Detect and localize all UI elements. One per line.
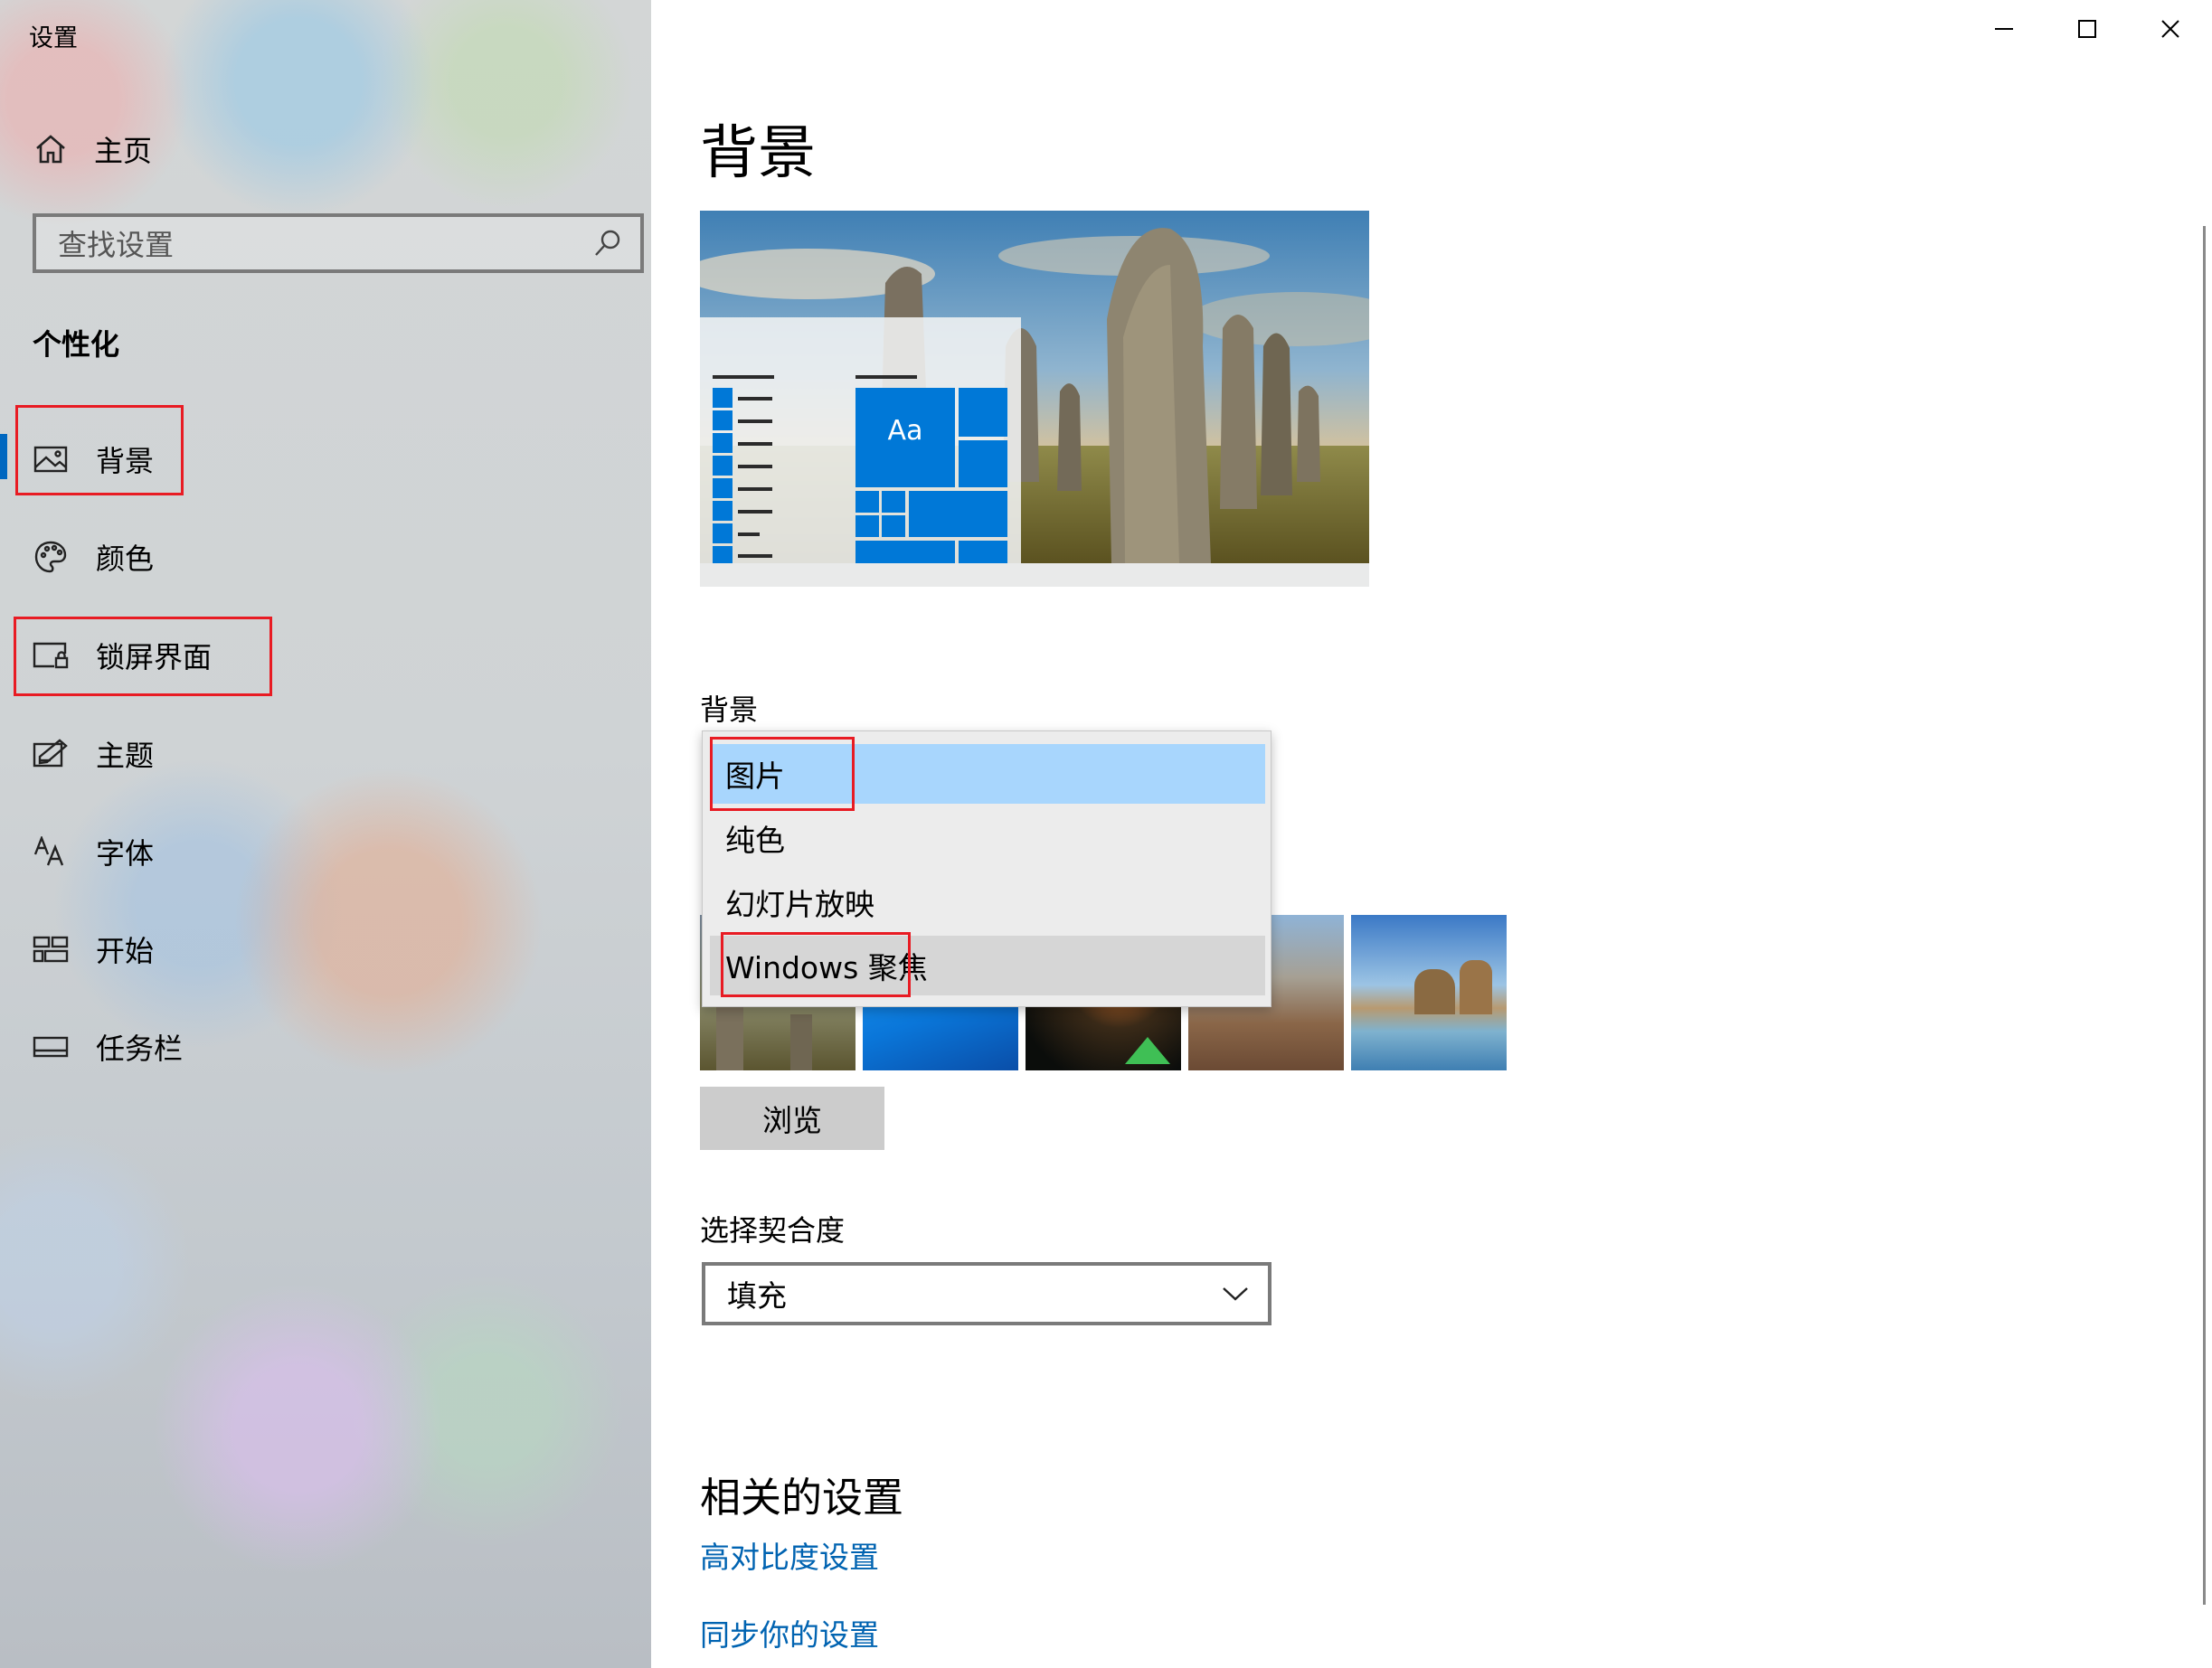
- fit-label: 选择契合度: [700, 1213, 846, 1248]
- font-icon: [31, 834, 71, 870]
- sidebar-item-label: 颜色: [96, 542, 155, 576]
- option-label: Windows 聚焦: [725, 950, 928, 985]
- page-title: 背景: [700, 120, 816, 187]
- sidebar-item-label: 字体: [96, 836, 155, 871]
- background-label: 背景: [700, 693, 759, 727]
- option-label: 幻灯片放映: [725, 887, 874, 922]
- theme-icon: [31, 736, 71, 772]
- minimize-icon: [1995, 28, 2013, 30]
- high-contrast-settings-link[interactable]: 高对比度设置: [700, 1533, 879, 1577]
- app-title: 设置: [29, 24, 78, 52]
- start-icon: [31, 931, 71, 967]
- dropdown-option-slideshow[interactable]: 幻灯片放映: [710, 872, 1265, 932]
- background-preview: Aa: [682, 211, 1405, 587]
- sidebar-item-label: 背景: [96, 444, 155, 478]
- sidebar-item-label: 开始: [96, 934, 155, 968]
- dropdown-option-windows-spotlight[interactable]: Windows 聚焦: [710, 936, 1265, 995]
- sidebar-item-lock-screen[interactable]: 锁屏界面: [31, 628, 212, 683]
- option-label: 纯色: [725, 823, 785, 858]
- home-label: 主页: [94, 134, 153, 168]
- search-icon[interactable]: [588, 223, 628, 263]
- sidebar: 设置 主页 查找设置 个性化 背景 颜色 锁屏界面 主题 字体 开始 任务栏: [0, 0, 651, 1668]
- main-content: 背景 Aa 背景 图片 纯色 幻灯片放映 Windows 聚焦 浏览 选择契合度…: [651, 0, 2212, 1668]
- sidebar-item-themes[interactable]: 主题: [31, 727, 154, 781]
- sidebar-item-start[interactable]: 开始: [31, 922, 154, 976]
- sidebar-item-label: 任务栏: [96, 1032, 184, 1066]
- maximize-button[interactable]: [2046, 0, 2129, 58]
- close-icon: [2161, 20, 2179, 38]
- search-input[interactable]: 查找设置: [33, 213, 644, 273]
- minimize-button[interactable]: [1962, 0, 2046, 58]
- preview-image: [682, 211, 1405, 587]
- dropdown-option-solid-color[interactable]: 纯色: [710, 808, 1265, 868]
- preview-tile-text: Aa: [887, 415, 923, 447]
- sidebar-item-color[interactable]: 颜色: [31, 530, 154, 584]
- section-title: 个性化: [33, 327, 120, 362]
- palette-icon: [31, 539, 71, 575]
- recent-image-thumbnail[interactable]: [1351, 915, 1507, 1070]
- sidebar-item-label: 主题: [96, 739, 155, 773]
- background-type-dropdown[interactable]: 图片 纯色 幻灯片放映 Windows 聚焦: [702, 730, 1271, 1007]
- close-button[interactable]: [2129, 0, 2212, 58]
- sidebar-item-background[interactable]: 背景: [31, 432, 154, 486]
- fit-select[interactable]: 填充: [702, 1262, 1271, 1325]
- sync-settings-link[interactable]: 同步你的设置: [700, 1611, 879, 1654]
- sidebar-item-fonts[interactable]: 字体: [31, 825, 154, 879]
- selection-indicator: [0, 434, 7, 479]
- home-nav-item[interactable]: 主页: [31, 127, 152, 172]
- dropdown-option-picture[interactable]: 图片: [710, 744, 1265, 804]
- maximize-icon: [2078, 20, 2096, 38]
- picture-icon: [31, 441, 71, 477]
- browse-button[interactable]: 浏览: [700, 1087, 884, 1150]
- search-placeholder: 查找设置: [58, 228, 175, 262]
- fit-value: 填充: [727, 1278, 787, 1314]
- sidebar-item-taskbar[interactable]: 任务栏: [31, 1020, 183, 1074]
- option-label: 图片: [725, 759, 785, 794]
- home-icon: [31, 131, 71, 167]
- lock-screen-icon: [31, 637, 71, 674]
- chevron-down-icon: [1217, 1280, 1253, 1307]
- sidebar-item-label: 锁屏界面: [96, 640, 213, 674]
- taskbar-icon: [31, 1029, 71, 1065]
- related-settings-title: 相关的设置: [700, 1474, 904, 1522]
- scrollbar[interactable]: [2203, 226, 2206, 1605]
